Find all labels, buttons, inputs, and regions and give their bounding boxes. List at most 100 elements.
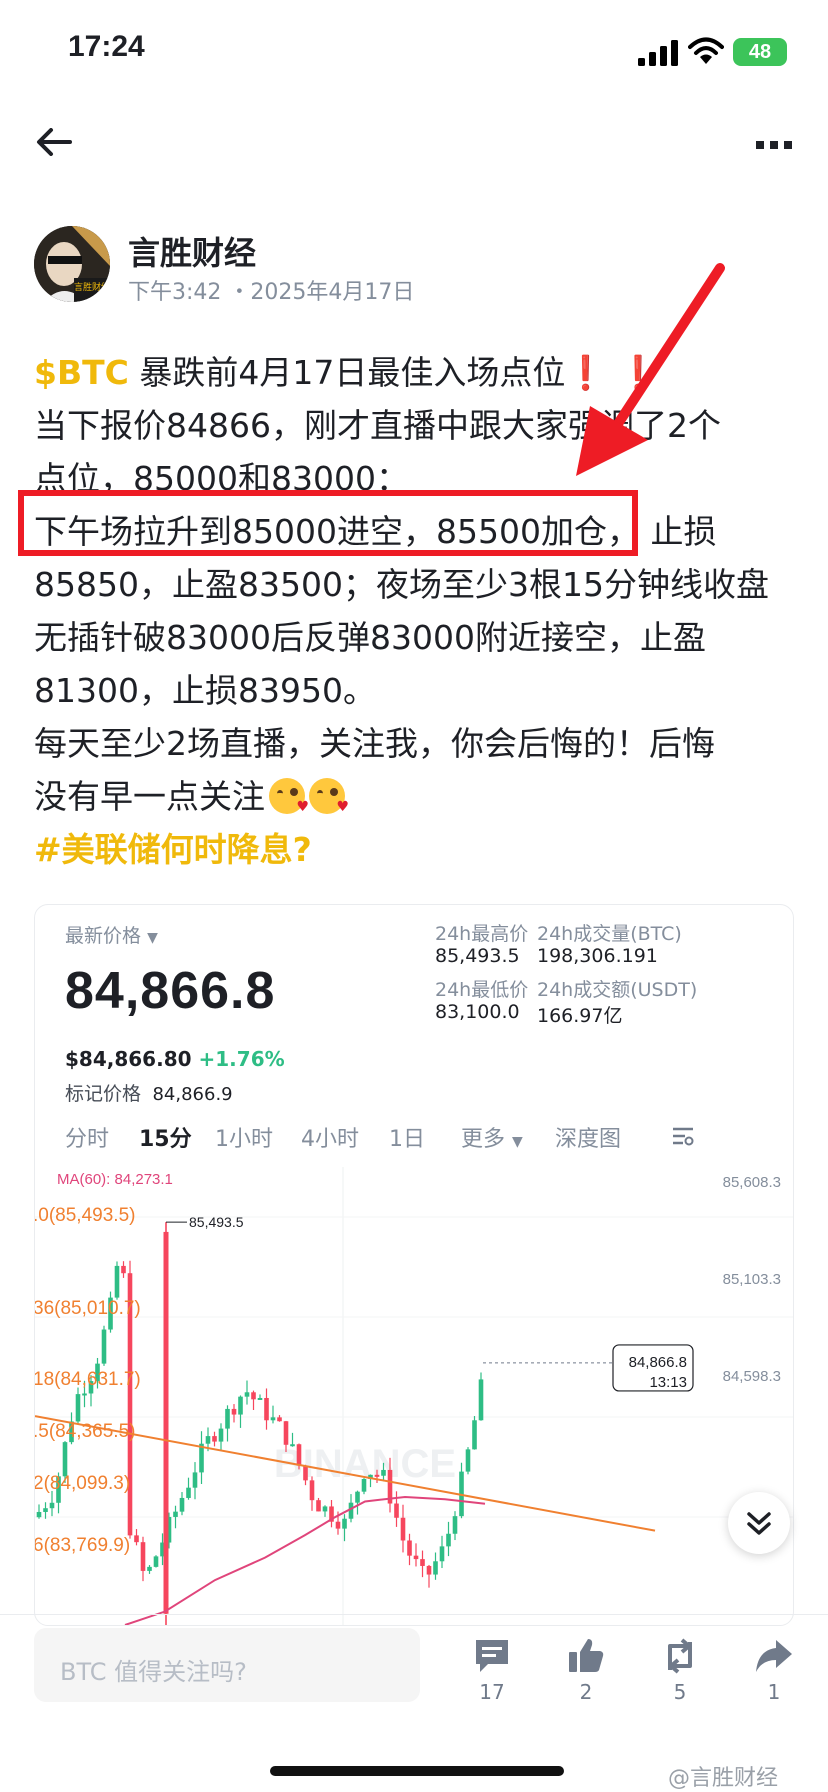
- more-options-icon[interactable]: [756, 140, 792, 150]
- avatar-text: 言胜财经: [74, 283, 110, 293]
- y-tick-label: 85,608.3: [723, 1174, 781, 1191]
- candle-body: [407, 1540, 412, 1556]
- tab-4h[interactable]: 4小时: [301, 1121, 359, 1153]
- red-highlight-box: [18, 490, 638, 556]
- candle-body: [277, 1417, 282, 1422]
- candle-body: [439, 1546, 445, 1562]
- comment-button[interactable]: 17: [462, 1634, 522, 1714]
- scroll-down-button[interactable]: [728, 1492, 790, 1554]
- candle-body: [472, 1420, 477, 1450]
- candle-body: [465, 1449, 471, 1472]
- ticker-link[interactable]: $BTC: [34, 353, 129, 392]
- candle-body: [355, 1491, 360, 1503]
- candle-body: [218, 1428, 224, 1442]
- latest-price: 84,866.8: [65, 962, 276, 1020]
- candle-body: [283, 1421, 289, 1445]
- ma-line: [124, 1495, 486, 1625]
- image-watermark: @言胜财经: [668, 1766, 779, 1791]
- volume-usdt-value: 166.97亿: [537, 1005, 623, 1027]
- mark-price: 标记价格 84,866.9: [65, 1083, 233, 1105]
- latest-price-label: 最新价格 ▼: [65, 925, 158, 947]
- candle-body: [264, 1397, 269, 1421]
- post-line-10: #美联储何时降息?: [34, 823, 794, 876]
- tab-1d[interactable]: 1日: [389, 1121, 425, 1153]
- candle-body: [309, 1480, 315, 1501]
- candle-body: [413, 1555, 419, 1560]
- candle-body: [238, 1396, 243, 1415]
- candle-body: [251, 1392, 256, 1400]
- tab-more[interactable]: 更多 ▼: [461, 1121, 523, 1153]
- bottom-divider: [0, 1614, 828, 1615]
- candle-body: [114, 1265, 120, 1298]
- share-button[interactable]: 1: [744, 1634, 804, 1714]
- candle-body: [394, 1503, 399, 1518]
- candle-body: [381, 1469, 386, 1476]
- candle-body: [420, 1559, 425, 1566]
- interval-tabs: 分时 15分 1小时 4小时 1日 更多 ▼ 深度图: [65, 1121, 785, 1161]
- volume-btc-label: 24h成交量(BTC): [537, 923, 682, 945]
- candle-body: [101, 1329, 107, 1364]
- thumbs-up-icon: [569, 1639, 604, 1672]
- high-value: 85,493.5: [435, 945, 520, 967]
- post-text: 止损: [650, 512, 717, 551]
- volume-usdt-label: 24h成交额(USDT): [537, 979, 698, 1001]
- candle-body: [296, 1444, 302, 1466]
- last-price-label: 84,866.8: [629, 1354, 687, 1371]
- usd-price: $84,866.80 +1.76%: [65, 1047, 285, 1071]
- high-label: 24h最高价: [435, 923, 529, 945]
- candle-body: [426, 1565, 432, 1575]
- red-arrow-icon: [576, 263, 725, 476]
- post-line-5: 85850，止盈83500；夜场至少3根15分钟线收盘: [34, 565, 769, 604]
- battery-indicator: 48: [733, 38, 787, 66]
- back-arrow-icon[interactable]: [36, 128, 72, 156]
- tab-time[interactable]: 分时: [65, 1121, 109, 1153]
- candle-body: [335, 1521, 341, 1529]
- hashtag-link[interactable]: #美联储何时降息?: [34, 830, 312, 869]
- candle-body: [186, 1487, 191, 1498]
- tab-1h[interactable]: 1小时: [215, 1121, 273, 1153]
- candle-body: [244, 1392, 250, 1397]
- candle-body: [62, 1442, 68, 1477]
- post-timestamp: 下午3:42 ・2025年4月17日: [128, 280, 415, 305]
- candle-body: [400, 1517, 406, 1541]
- post-line-8: 每天至少2场直播，关注我，你会后悔的！后悔: [34, 724, 715, 763]
- tab-depth[interactable]: 深度图: [555, 1121, 621, 1153]
- candle-body: [140, 1542, 146, 1571]
- cellular-signal-icon: [638, 40, 678, 66]
- candle-body: [212, 1436, 217, 1442]
- candle-body: [49, 1502, 55, 1509]
- chart-settings-icon[interactable]: [671, 1125, 695, 1147]
- fib-level-label: 18(84,631.7): [35, 1369, 141, 1390]
- tab-15m[interactable]: 15分: [139, 1121, 192, 1153]
- fib-level-label: .5(84,365.5): [35, 1421, 135, 1442]
- home-indicator: [270, 1766, 564, 1776]
- fib-level-label: 6(83,769.9): [35, 1535, 130, 1556]
- candle-body: [322, 1506, 328, 1512]
- candle-body: [121, 1265, 126, 1274]
- post-line-9: 没有早一点关注 ♥ ♥: [34, 770, 794, 823]
- market-ticker-card[interactable]: 最新价格 ▼ 84,866.8 $84,866.80 +1.76% 标记价格 8…: [34, 904, 794, 1626]
- low-value: 83,100.0: [435, 1001, 520, 1023]
- candle-body: [270, 1417, 276, 1421]
- double-chevron-down-icon: [747, 1512, 771, 1535]
- share-count: 1: [767, 1680, 781, 1704]
- candle-body: [231, 1408, 237, 1415]
- candle-body: [153, 1556, 159, 1567]
- like-count: 2: [579, 1680, 593, 1704]
- high-marker-label: 85,493.5: [189, 1214, 244, 1230]
- author-avatar[interactable]: 言胜财经: [34, 226, 110, 302]
- like-button[interactable]: 2: [556, 1634, 616, 1714]
- candlestick-chart[interactable]: BINANCE MA(60): 84,273.1 85,608.385,103.3…: [35, 1167, 793, 1625]
- candle-body: [163, 1231, 169, 1614]
- low-label: 24h最低价: [435, 979, 529, 1001]
- status-time: 17:24: [68, 30, 145, 63]
- candle-body: [374, 1474, 380, 1477]
- y-tick-label: 85,103.3: [723, 1271, 781, 1288]
- countdown-label: 13:13: [649, 1374, 687, 1391]
- candle-body: [43, 1508, 48, 1512]
- comment-placeholder: BTC 值得关注吗?: [60, 1658, 247, 1686]
- repost-button[interactable]: 5: [650, 1634, 710, 1714]
- post-line-7: 81300，止损83950。: [34, 671, 376, 710]
- post-text: 没有早一点关注: [34, 777, 265, 816]
- author-name[interactable]: 言胜财经: [128, 228, 256, 274]
